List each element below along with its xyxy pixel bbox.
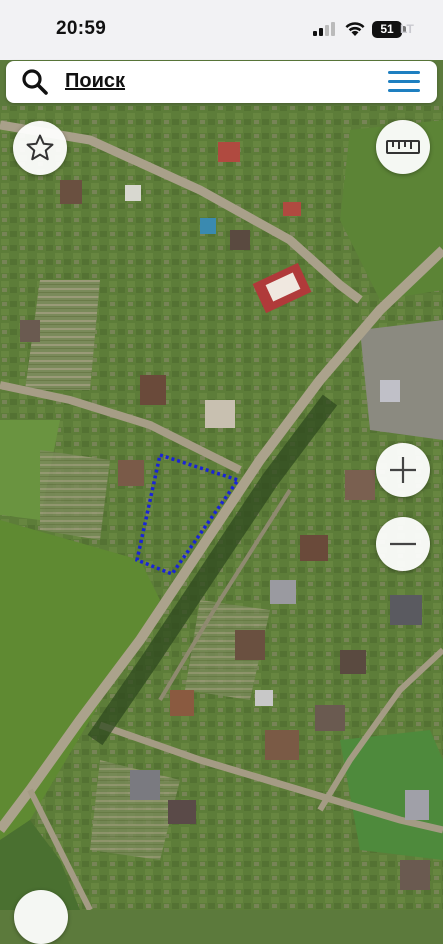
search-link[interactable]: Поиск	[65, 70, 125, 93]
ruler-icon	[386, 140, 420, 154]
status-bar: 20:59 51 LT	[0, 0, 443, 60]
favorite-button[interactable]	[13, 121, 67, 175]
hamburger-menu-icon[interactable]	[388, 71, 420, 93]
menu-line	[388, 80, 420, 83]
wifi-icon	[345, 22, 365, 36]
cellular-signal-icon	[313, 22, 335, 36]
satellite-map[interactable]	[0, 106, 443, 910]
search-icon[interactable]	[21, 68, 49, 96]
star-icon	[26, 134, 54, 161]
menu-line	[388, 89, 420, 92]
clock: 20:59	[56, 18, 107, 39]
bottom-control-button[interactable]	[14, 890, 68, 944]
watermark: LT	[400, 22, 414, 36]
menu-line	[388, 71, 420, 74]
search-bar[interactable]: Поиск	[6, 61, 437, 103]
zoom-in-button[interactable]	[376, 443, 430, 497]
minus-icon	[390, 542, 416, 546]
zoom-out-button[interactable]	[376, 517, 430, 571]
plus-icon	[390, 457, 416, 483]
measure-button[interactable]	[376, 120, 430, 174]
battery-indicator: 51	[372, 21, 402, 38]
